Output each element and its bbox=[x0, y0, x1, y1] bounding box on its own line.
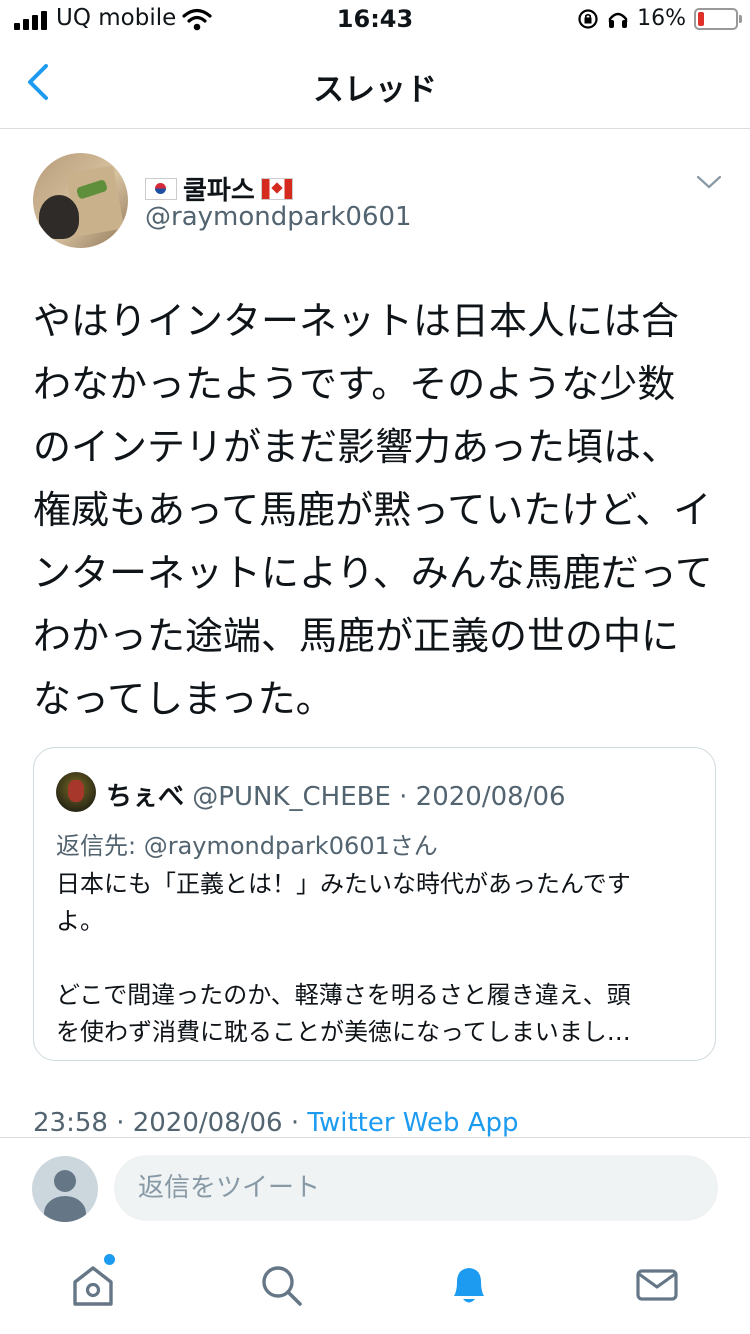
orientation-lock-icon bbox=[578, 8, 598, 29]
tweet-timestamp: 23:58 · 2020/08/06 · Twitter Web App bbox=[33, 1108, 519, 1138]
canada-flag-icon bbox=[260, 177, 293, 200]
quoted-tweet-header: ちぇべ @PUNK_CHEBE · 2020/08/06 bbox=[106, 776, 566, 813]
reply-bar: 返信をツイート bbox=[0, 1137, 750, 1238]
messages-envelope-icon[interactable] bbox=[632, 1260, 682, 1310]
home-unread-dot bbox=[104, 1254, 115, 1265]
battery-percent: 16% bbox=[637, 6, 686, 31]
reply-input[interactable]: 返信をツイート bbox=[114, 1155, 718, 1221]
quoted-text-line: どこで間違ったのか、軽薄さを明るさと履き違え、頭 bbox=[56, 981, 631, 1009]
page-title: スレッド bbox=[313, 72, 437, 108]
quoted-text-line: を使わず消費に耽ることが美徳になってしまいまし… bbox=[56, 1018, 631, 1046]
quoted-tweet-text: 日本にも「正義とは！」みたいな時代があったんです よ。 どこで間違ったのか、軽薄… bbox=[56, 866, 696, 1051]
user-avatar[interactable] bbox=[32, 1156, 98, 1222]
quoted-text-line: 日本にも「正義とは！」みたいな時代があったんです bbox=[56, 870, 631, 898]
status-bar: UQ mobile 16:43 16% bbox=[0, 0, 750, 40]
battery-icon bbox=[694, 7, 742, 30]
more-chevron-icon[interactable] bbox=[696, 174, 722, 190]
tweet-source-link[interactable]: Twitter Web App bbox=[307, 1108, 518, 1138]
navigation-bar: スレッド bbox=[0, 40, 750, 129]
quoted-tweet-card[interactable]: ちぇべ @PUNK_CHEBE · 2020/08/06 返信先: @raymo… bbox=[33, 747, 716, 1061]
author-avatar[interactable] bbox=[33, 153, 128, 248]
quoted-author-name: ちぇべ bbox=[106, 782, 185, 812]
search-icon[interactable] bbox=[256, 1260, 306, 1310]
author-handle[interactable]: @raymondpark0601 bbox=[145, 202, 412, 232]
quoted-text-line: よ。 bbox=[56, 907, 104, 935]
tweet-text: やはりインターネットは日本人には合わなかったようです。そのような少数のインテリが… bbox=[33, 299, 713, 721]
south-korea-flag-icon bbox=[145, 177, 177, 200]
tweet-time-date: 23:58 · 2020/08/06 · bbox=[33, 1108, 308, 1138]
headphones-icon bbox=[608, 12, 628, 28]
home-icon[interactable] bbox=[68, 1260, 118, 1310]
quoted-author-meta: @PUNK_CHEBE · 2020/08/06 bbox=[184, 782, 566, 812]
battery-level-fill bbox=[698, 11, 704, 26]
quoted-reply-to: 返信先: @raymondpark0601さん bbox=[56, 832, 438, 860]
notifications-bell-icon[interactable] bbox=[444, 1260, 494, 1310]
quoted-author-avatar bbox=[56, 772, 96, 812]
avatar-cat-graphic bbox=[39, 195, 79, 239]
